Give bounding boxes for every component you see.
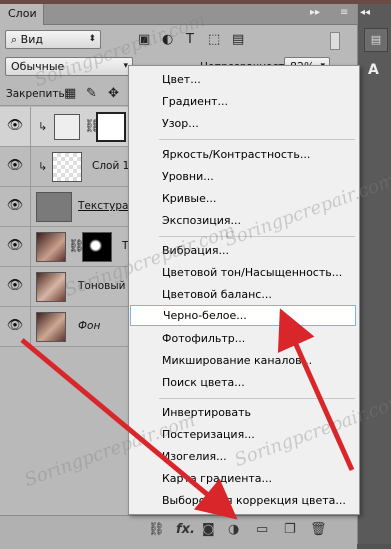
- arrow-to-black-white: [277, 308, 355, 472]
- annotation-arrows: [20, 308, 355, 520]
- arrow-to-adjustment-button: [20, 338, 238, 520]
